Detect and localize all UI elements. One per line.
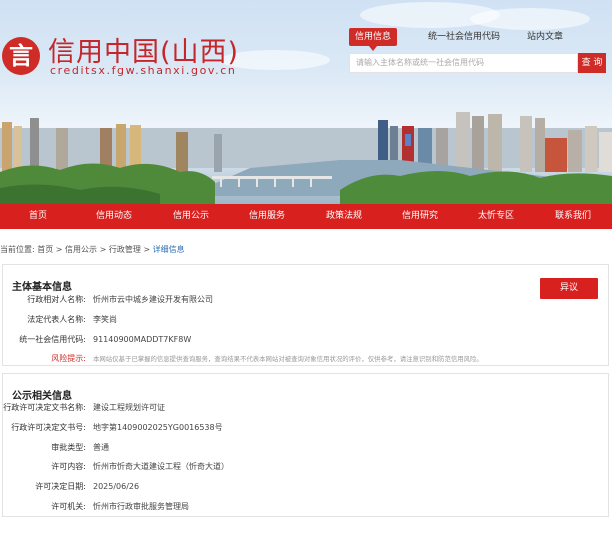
info-row: 审批类型: 普通 <box>3 441 603 455</box>
field-value: 忻州市行政审批服务管理局 <box>93 502 189 511</box>
header-banner: 言 信用中国(山西) creditsx.fgw.shanxi.gov.cn 信用… <box>0 0 612 204</box>
field-label: 审批类型: <box>51 443 86 452</box>
public-info-panel: 公示相关信息 行政许可决定文书名称: 建设工程规划许可证 行政许可决定文书号: … <box>2 373 609 517</box>
field-label: 行政许可决定文书名称: <box>3 403 86 412</box>
info-row: 行政许可决定文书名称: 建设工程规划许可证 <box>3 401 603 415</box>
field-value: 2025/06/26 <box>93 482 140 491</box>
field-label: 许可机关: <box>51 502 86 511</box>
nav-item-home[interactable]: 首页 <box>0 204 76 229</box>
field-label: 行政相对人名称: <box>27 295 86 304</box>
basic-info-panel: 主体基本信息 异议 行政相对人名称: 忻州市云中城乡建设开发有限公司 法定代表人… <box>2 264 609 366</box>
breadcrumb-item-home[interactable]: 首页 <box>37 245 53 254</box>
site-logo-seal[interactable]: 言 <box>2 37 40 75</box>
field-value: 李笑尚 <box>93 315 117 324</box>
field-label: 行政许可决定文书号: <box>11 423 86 432</box>
risk-notice-row: 风险提示: 本网站仅基于已掌握的信息提供查询服务，查询结果不代表本网站对被查询对… <box>3 352 603 366</box>
nav-item-services[interactable]: 信用服务 <box>229 204 305 229</box>
field-label: 法定代表人名称: <box>27 315 86 324</box>
site-domain: creditsx.fgw.shanxi.gov.cn <box>50 64 237 77</box>
info-row: 法定代表人名称: 李笑尚 <box>3 313 603 327</box>
tab-site-articles[interactable]: 站内文章 <box>521 28 569 46</box>
tab-credit-info[interactable]: 信用信息 <box>349 28 397 51</box>
info-row: 许可机关: 忻州市行政审批服务管理局 <box>3 500 603 514</box>
public-info-title: 公示相关信息 <box>12 391 72 402</box>
info-row: 行政相对人名称: 忻州市云中城乡建设开发有限公司 <box>3 293 603 307</box>
info-row: 行政许可决定文书号: 地字第1409002025YG0016538号 <box>3 421 603 435</box>
basic-info-title: 主体基本信息 <box>12 282 72 293</box>
nav-item-news[interactable]: 信用动态 <box>76 204 152 229</box>
risk-notice-label: 风险提示: <box>51 354 86 363</box>
nav-item-contact[interactable]: 联系我们 <box>535 204 611 229</box>
risk-notice-text: 本网站仅基于已掌握的信息提供查询服务，查询结果不代表本网站对被查询对象信用状况的… <box>93 355 483 363</box>
field-value: 建设工程规划许可证 <box>93 403 165 412</box>
breadcrumb-prefix: 当前位置: <box>0 245 35 254</box>
field-label: 许可决定日期: <box>35 482 86 491</box>
breadcrumb-separator: > <box>143 245 153 254</box>
breadcrumb: 当前位置: 首页 > 信用公示 > 行政管理 > 详细信息 <box>0 244 185 255</box>
field-value: 忻州市云中城乡建设开发有限公司 <box>93 295 213 304</box>
field-value: 普通 <box>93 443 109 452</box>
breadcrumb-item-admin[interactable]: 行政管理 <box>109 245 141 254</box>
nav-item-publicity[interactable]: 信用公示 <box>153 204 229 229</box>
breadcrumb-current: 详细信息 <box>152 245 185 254</box>
nav-item-policy[interactable]: 政策法规 <box>306 204 382 229</box>
field-value: 91140900MADDT7KF8W <box>93 335 192 344</box>
breadcrumb-item-publicity[interactable]: 信用公示 <box>65 245 97 254</box>
main-nav: 首页 信用动态 信用公示 信用服务 政策法规 信用研究 太忻专区 联系我们 <box>0 204 612 229</box>
field-label: 统一社会信用代码: <box>19 335 86 344</box>
info-row: 许可内容: 忻州市忻奇大道建设工程（忻奇大道） <box>3 460 603 474</box>
search-input[interactable]: 请输入主体名称或统一社会信用代码 <box>349 53 578 73</box>
breadcrumb-separator: > <box>99 245 109 254</box>
nav-item-taixin[interactable]: 太忻专区 <box>458 204 534 229</box>
info-row: 许可决定日期: 2025/06/26 <box>3 480 603 494</box>
search-button[interactable]: 查 询 <box>578 53 606 73</box>
tab-credit-code[interactable]: 统一社会信用代码 <box>421 28 507 46</box>
field-label: 许可内容: <box>51 462 86 471</box>
info-row: 统一社会信用代码: 91140900MADDT7KF8W <box>3 333 603 347</box>
breadcrumb-separator: > <box>55 245 66 254</box>
nav-item-research[interactable]: 信用研究 <box>382 204 458 229</box>
search-tabs: 信用信息 统一社会信用代码 站内文章 <box>349 26 606 51</box>
field-value: 地字第1409002025YG0016538号 <box>93 423 223 432</box>
field-value: 忻州市忻奇大道建设工程（忻奇大道） <box>93 462 229 471</box>
